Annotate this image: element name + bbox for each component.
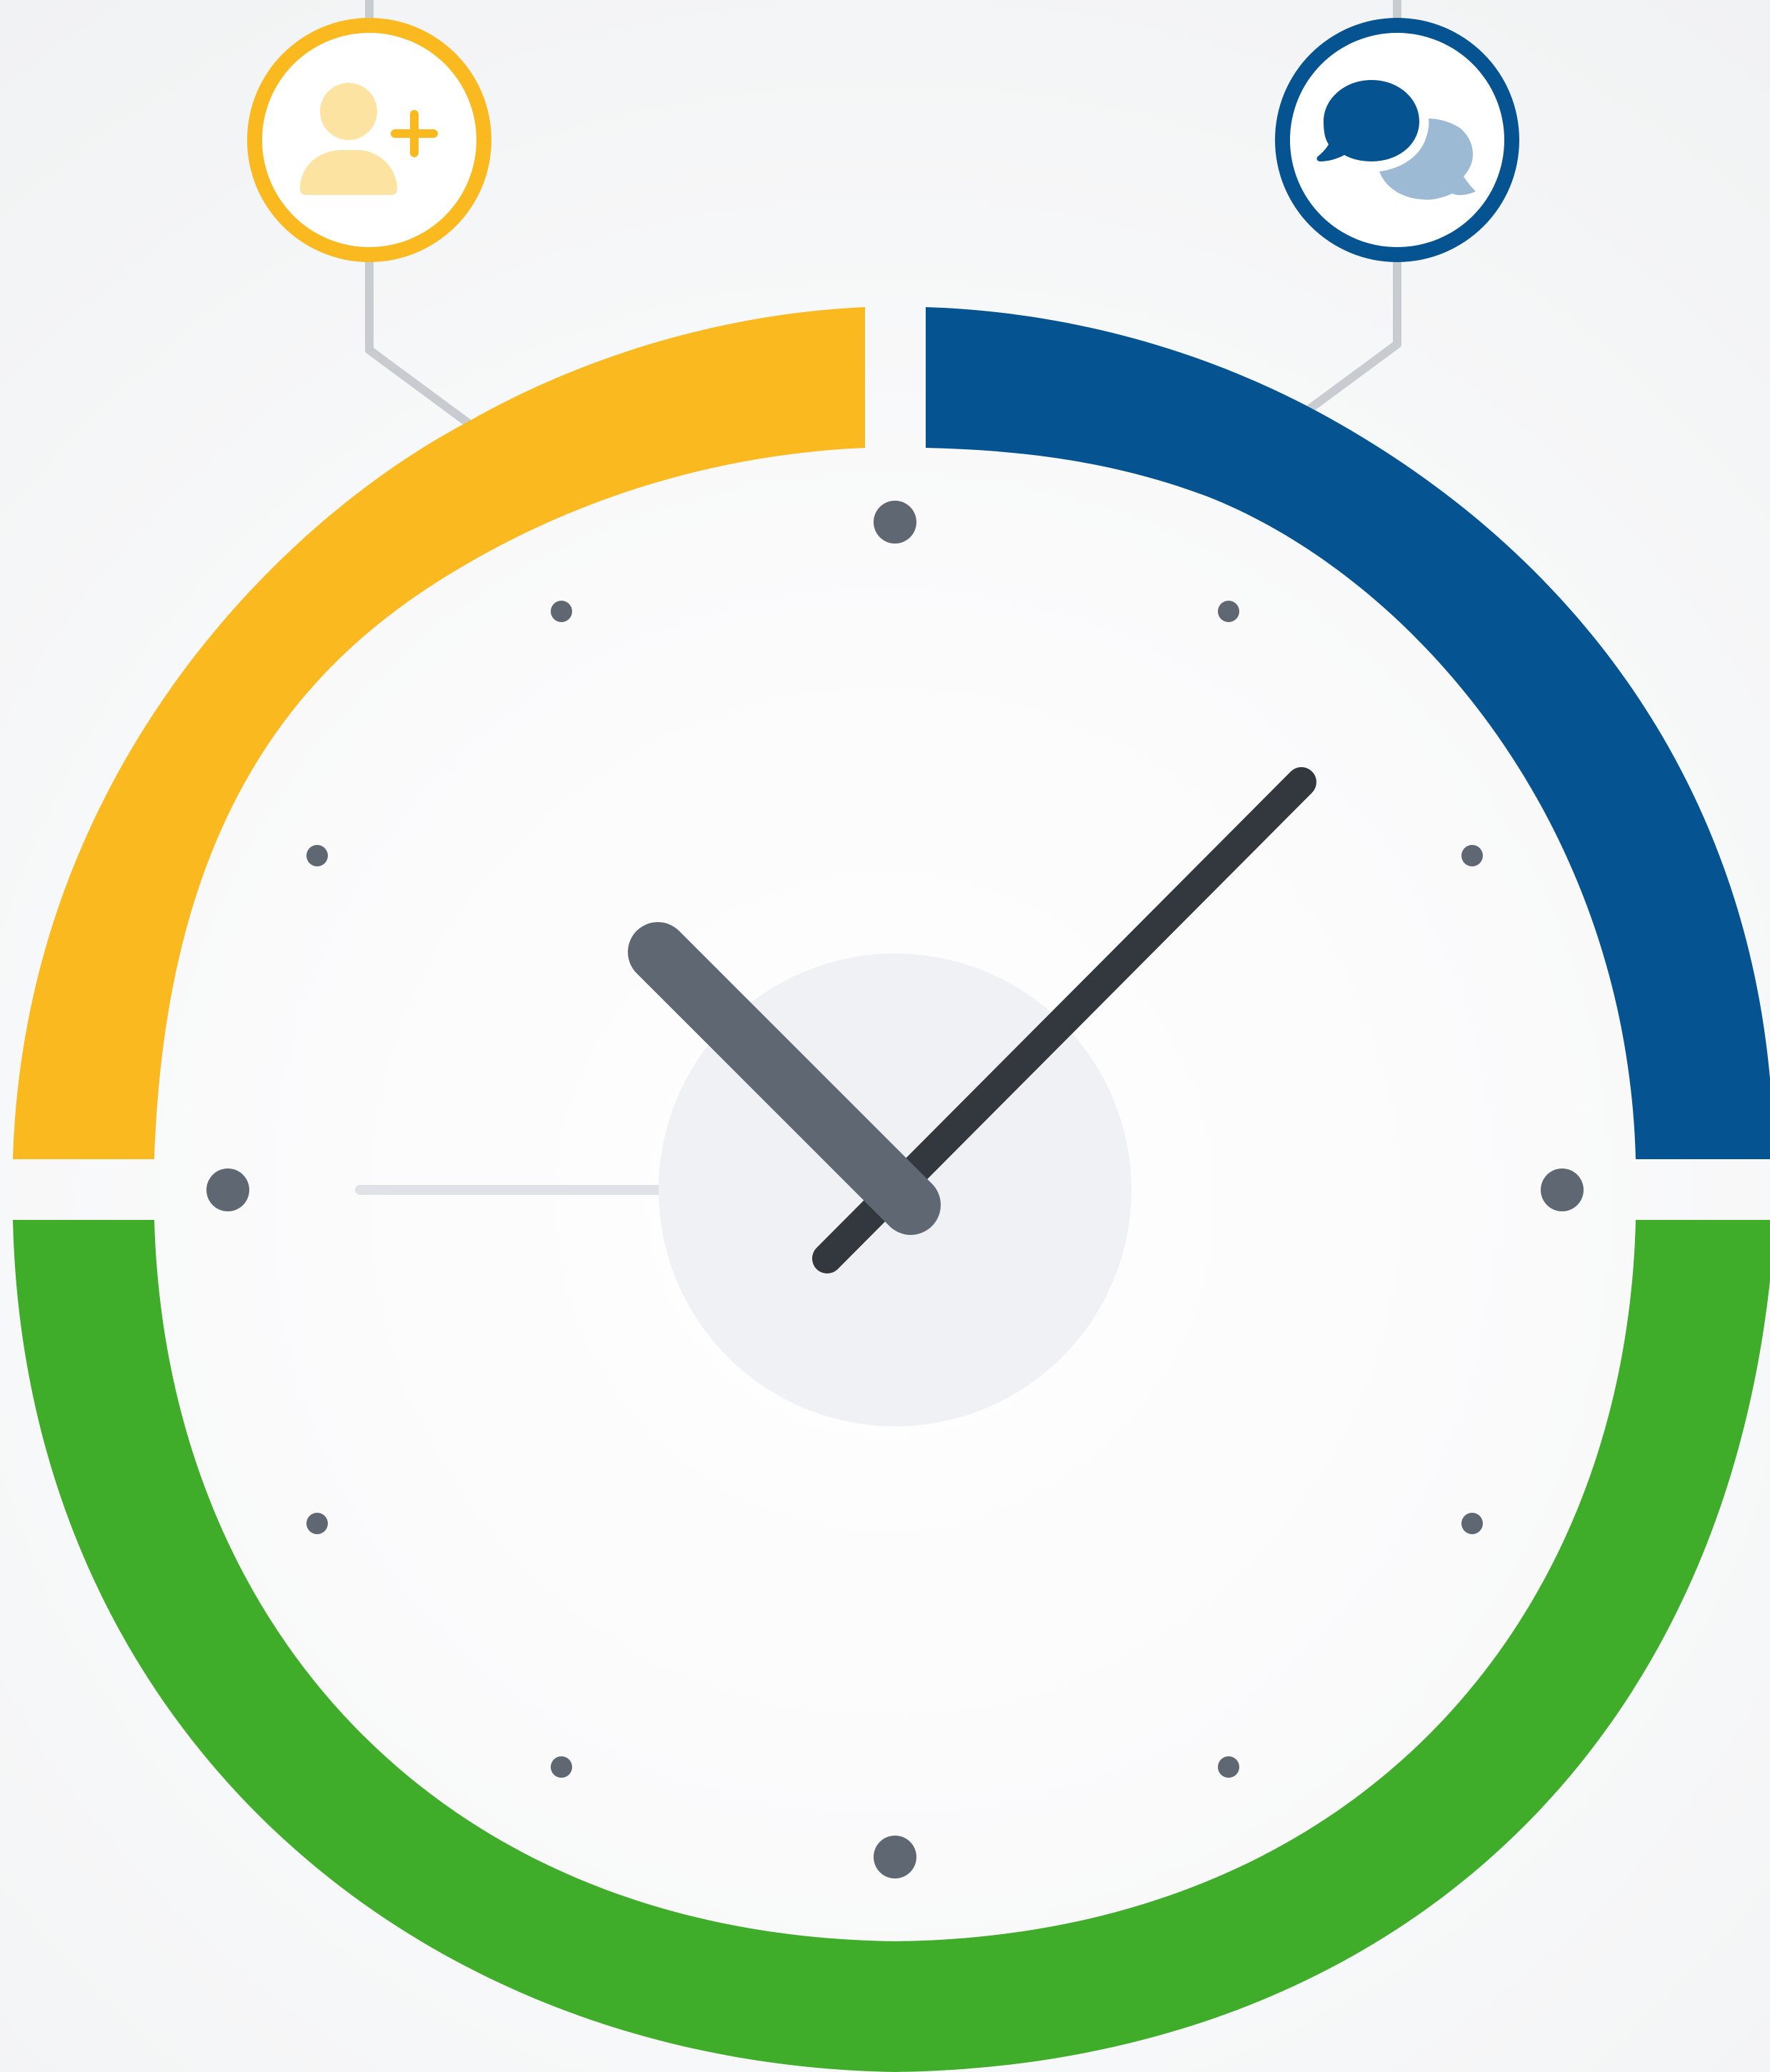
tick-5 <box>1218 1756 1239 1778</box>
tick-10 <box>306 845 328 866</box>
add-user-badge <box>247 18 491 262</box>
add-user-badge-center <box>262 33 476 247</box>
add-user-icon-head <box>320 83 377 140</box>
chat-badge <box>1275 18 1519 262</box>
tick-12 <box>874 501 916 544</box>
tick-9 <box>206 1168 249 1211</box>
connector-lines <box>365 0 1401 427</box>
tick-7 <box>551 1756 572 1778</box>
tick-4 <box>1461 1513 1483 1534</box>
right-connector-line-lower <box>1303 253 1401 415</box>
tick-2 <box>1461 845 1483 866</box>
tick-6 <box>874 1836 916 1878</box>
clock-diagram-canvas <box>13 0 1770 2072</box>
tick-11 <box>551 601 572 622</box>
clock-diagram <box>0 0 1770 2072</box>
tick-8 <box>306 1513 328 1534</box>
tick-1 <box>1218 601 1239 622</box>
tick-3 <box>1541 1168 1584 1211</box>
clock <box>206 501 1584 1878</box>
icon-badges <box>247 18 1519 262</box>
left-connector-line-lower <box>365 253 472 427</box>
